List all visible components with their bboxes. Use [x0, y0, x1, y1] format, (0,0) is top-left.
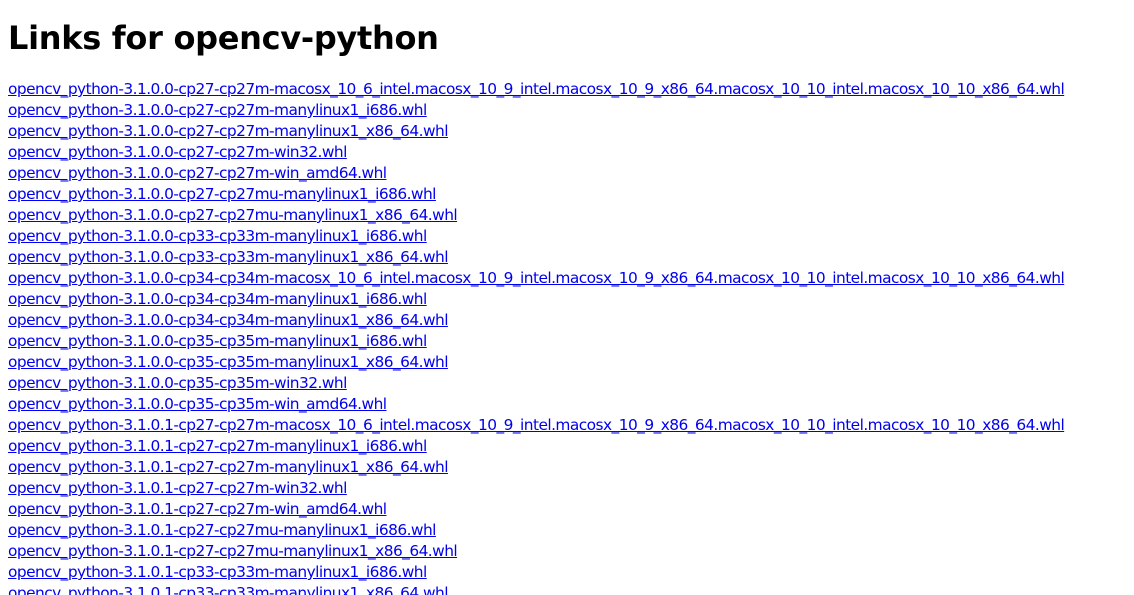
- wheel-link-list: opencv_python-3.1.0.0-cp27-cp27m-macosx_…: [8, 79, 1128, 595]
- wheel-file-link[interactable]: opencv_python-3.1.0.1-cp27-cp27m-macosx_…: [8, 415, 1065, 436]
- wheel-file-link[interactable]: opencv_python-3.1.0.0-cp27-cp27m-manylin…: [8, 121, 448, 142]
- wheel-file-link[interactable]: opencv_python-3.1.0.1-cp27-cp27m-win32.w…: [8, 478, 347, 499]
- wheel-file-link[interactable]: opencv_python-3.1.0.0-cp34-cp34m-macosx_…: [8, 268, 1065, 289]
- wheel-file-link[interactable]: opencv_python-3.1.0.1-cp27-cp27m-manylin…: [8, 436, 427, 457]
- wheel-file-link[interactable]: opencv_python-3.1.0.0-cp27-cp27m-win32.w…: [8, 142, 347, 163]
- wheel-file-link[interactable]: opencv_python-3.1.0.0-cp33-cp33m-manylin…: [8, 226, 427, 247]
- wheel-file-link[interactable]: opencv_python-3.1.0.1-cp33-cp33m-manylin…: [8, 562, 427, 583]
- page-title: Links for opencv-python: [8, 19, 439, 57]
- wheel-file-link[interactable]: opencv_python-3.1.0.1-cp27-cp27m-manylin…: [8, 457, 448, 478]
- wheel-file-link[interactable]: opencv_python-3.1.0.0-cp35-cp35m-manylin…: [8, 352, 448, 373]
- wheel-file-link[interactable]: opencv_python-3.1.0.0-cp35-cp35m-manylin…: [8, 331, 427, 352]
- wheel-file-link[interactable]: opencv_python-3.1.0.0-cp35-cp35m-win_amd…: [8, 394, 387, 415]
- wheel-file-link[interactable]: opencv_python-3.1.0.0-cp34-cp34m-manylin…: [8, 289, 427, 310]
- wheel-file-link[interactable]: opencv_python-3.1.0.0-cp27-cp27m-macosx_…: [8, 79, 1065, 100]
- wheel-file-link[interactable]: opencv_python-3.1.0.0-cp35-cp35m-win32.w…: [8, 373, 347, 394]
- wheel-file-link[interactable]: opencv_python-3.1.0.0-cp27-cp27mu-manyli…: [8, 184, 436, 205]
- wheel-file-link[interactable]: opencv_python-3.1.0.1-cp27-cp27mu-manyli…: [8, 541, 458, 562]
- wheel-file-link[interactable]: opencv_python-3.1.0.0-cp27-cp27mu-manyli…: [8, 205, 458, 226]
- wheel-file-link[interactable]: opencv_python-3.1.0.1-cp27-cp27mu-manyli…: [8, 520, 436, 541]
- wheel-file-link[interactable]: opencv_python-3.1.0.0-cp33-cp33m-manylin…: [8, 247, 448, 268]
- wheel-file-link[interactable]: opencv_python-3.1.0.1-cp33-cp33m-manylin…: [8, 583, 448, 595]
- wheel-file-link[interactable]: opencv_python-3.1.0.1-cp27-cp27m-win_amd…: [8, 499, 387, 520]
- wheel-file-link[interactable]: opencv_python-3.1.0.0-cp27-cp27m-manylin…: [8, 100, 427, 121]
- wheel-file-link[interactable]: opencv_python-3.1.0.0-cp34-cp34m-manylin…: [8, 310, 448, 331]
- wheel-file-link[interactable]: opencv_python-3.1.0.0-cp27-cp27m-win_amd…: [8, 163, 387, 184]
